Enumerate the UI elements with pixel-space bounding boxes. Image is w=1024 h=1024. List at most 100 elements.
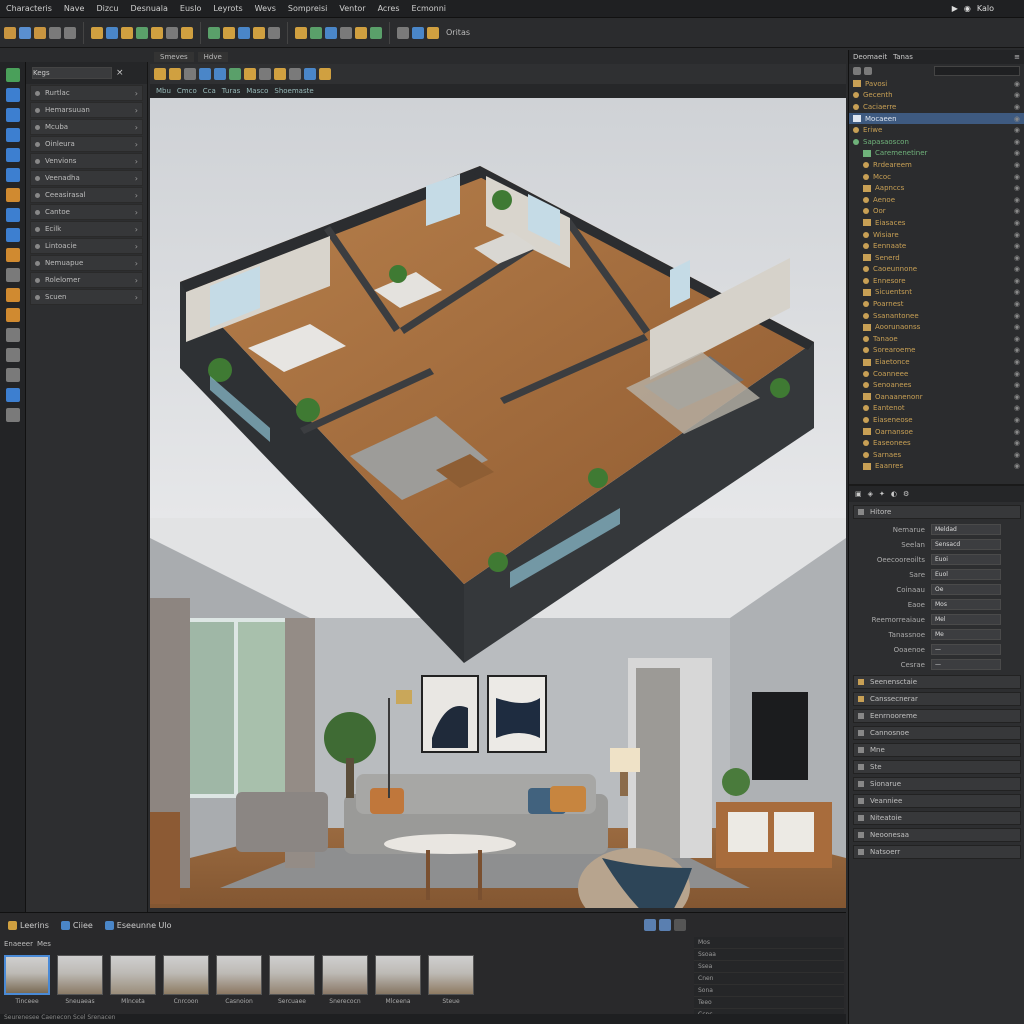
outliner-row[interactable]: Pavosi ◉ bbox=[849, 78, 1024, 90]
visibility-icon[interactable]: ◉ bbox=[1014, 381, 1020, 389]
layer-item[interactable]: Oinleura › bbox=[30, 136, 143, 152]
visibility-icon[interactable]: ◉ bbox=[1014, 451, 1020, 459]
breadcrumb[interactable]: Enaeeer bbox=[4, 940, 33, 948]
visibility-icon[interactable]: ◉ bbox=[1014, 231, 1020, 239]
chevron-right-icon[interactable]: › bbox=[135, 140, 138, 149]
folder-icon[interactable] bbox=[34, 26, 46, 39]
visibility-icon[interactable]: ◉ bbox=[1014, 126, 1020, 134]
viewport-subtab[interactable]: Masco bbox=[246, 87, 268, 95]
camera-icon[interactable] bbox=[238, 26, 250, 39]
outliner-row[interactable]: Caoeunnone ◉ bbox=[849, 264, 1024, 276]
asset-thumbnail[interactable]: Casnoion bbox=[216, 955, 262, 1011]
layers-search-input[interactable] bbox=[32, 67, 112, 79]
outliner-row[interactable]: Ennesore ◉ bbox=[849, 275, 1024, 287]
breadcrumb[interactable]: Mes bbox=[37, 940, 51, 948]
save-icon[interactable] bbox=[19, 26, 31, 39]
asset-thumbnail[interactable]: Snerecocn bbox=[322, 955, 368, 1011]
asset-thumbnail[interactable]: Steue bbox=[428, 955, 474, 1011]
outliner-row[interactable]: Mocaeen ◉ bbox=[849, 112, 1024, 125]
window-icon[interactable] bbox=[199, 68, 211, 80]
properties-section-header[interactable]: Hitore bbox=[853, 505, 1021, 519]
menu-item-5[interactable]: Leyrots bbox=[213, 4, 242, 13]
help-icon[interactable] bbox=[412, 26, 424, 39]
visibility-icon[interactable]: ◉ bbox=[1014, 138, 1020, 146]
menu-item-10[interactable]: Ecmonni bbox=[412, 4, 447, 13]
menu-item-4[interactable]: Euslo bbox=[180, 4, 201, 13]
redo-icon[interactable] bbox=[64, 26, 76, 39]
text-tool-icon[interactable] bbox=[5, 268, 20, 282]
plant-icon[interactable] bbox=[229, 68, 241, 80]
undo-icon[interactable] bbox=[49, 26, 61, 39]
timeline-row[interactable]: Ssea bbox=[694, 961, 844, 973]
grid-view-icon[interactable] bbox=[644, 919, 656, 931]
property-value[interactable]: — bbox=[931, 659, 1001, 670]
visibility-icon[interactable]: ◉ bbox=[1014, 184, 1020, 192]
asset-thumbnail[interactable]: Mlnceta bbox=[110, 955, 156, 1011]
outliner-row[interactable]: Sarnaes ◉ bbox=[849, 449, 1024, 461]
chevron-right-icon[interactable]: › bbox=[135, 259, 138, 268]
material-icon[interactable] bbox=[253, 26, 265, 39]
property-section[interactable]: Natsoerr bbox=[853, 845, 1021, 859]
light-icon[interactable] bbox=[244, 68, 256, 80]
measure-icon[interactable] bbox=[289, 68, 301, 80]
asset-thumbnail[interactable]: Sneuaeas bbox=[57, 955, 103, 1011]
window-tool-icon[interactable] bbox=[5, 188, 20, 202]
door-tool-icon[interactable] bbox=[5, 168, 20, 182]
property-value[interactable]: Mos bbox=[931, 599, 1001, 610]
visibility-icon[interactable]: ◉ bbox=[1014, 416, 1020, 424]
viewport-subtab[interactable]: Cmco bbox=[177, 87, 197, 95]
section-tool-icon[interactable] bbox=[5, 368, 20, 382]
asset-thumbnail[interactable]: Mlceena bbox=[375, 955, 421, 1011]
sort-icon[interactable] bbox=[864, 67, 872, 75]
user-icon[interactable] bbox=[427, 26, 439, 39]
room-tool-icon[interactable] bbox=[5, 148, 20, 162]
property-value[interactable]: Me bbox=[931, 629, 1001, 640]
visibility-icon[interactable]: ◉ bbox=[1014, 346, 1020, 354]
menu-right-label[interactable]: Kalo bbox=[977, 4, 994, 13]
outliner-row[interactable]: Oor ◉ bbox=[849, 206, 1024, 218]
measure-icon[interactable] bbox=[268, 26, 280, 39]
visibility-icon[interactable]: ◉ bbox=[1014, 404, 1020, 412]
outliner-row[interactable]: Senoanees ◉ bbox=[849, 379, 1024, 391]
timeline-row[interactable]: Sona bbox=[694, 985, 844, 997]
outliner-row[interactable]: Gecenth ◉ bbox=[849, 90, 1024, 102]
pan-tool-icon[interactable] bbox=[5, 88, 20, 102]
scale-icon[interactable] bbox=[136, 26, 148, 39]
outliner-row[interactable]: Caremenetiner ◉ bbox=[849, 148, 1024, 160]
wall-tool-icon[interactable] bbox=[5, 128, 20, 142]
layer-item[interactable]: Rurtlac › bbox=[30, 85, 143, 101]
menu-item-3[interactable]: Desnuala bbox=[131, 4, 168, 13]
visibility-icon[interactable]: ◉ bbox=[1014, 91, 1020, 99]
outliner-row[interactable]: Eantenot ◉ bbox=[849, 403, 1024, 415]
material-icon[interactable] bbox=[274, 68, 286, 80]
visibility-icon[interactable]: ◉ bbox=[1014, 219, 1020, 227]
property-value[interactable]: Oe bbox=[931, 584, 1001, 595]
outliner-row[interactable]: Rrdeareem ◉ bbox=[849, 159, 1024, 171]
layer-item[interactable]: Nemuapue › bbox=[30, 255, 143, 271]
outliner-row[interactable]: Eriwe ◉ bbox=[849, 124, 1024, 136]
outliner-row[interactable]: Oanaanenonr ◉ bbox=[849, 391, 1024, 403]
wall-icon[interactable] bbox=[184, 68, 196, 80]
window-icon[interactable] bbox=[181, 26, 193, 39]
grid-icon[interactable] bbox=[310, 26, 322, 39]
render-icon[interactable] bbox=[319, 68, 331, 80]
plant-icon[interactable] bbox=[208, 26, 220, 39]
visibility-icon[interactable]: ◉ bbox=[1014, 358, 1020, 366]
viewport-subtab[interactable]: Cca bbox=[203, 87, 216, 95]
property-value[interactable]: Euol bbox=[931, 569, 1001, 580]
outliner-row[interactable]: Sicuentsnt ◉ bbox=[849, 287, 1024, 299]
measure-tool-icon[interactable] bbox=[5, 328, 20, 342]
menu-item-2[interactable]: Dizcu bbox=[96, 4, 118, 13]
visibility-icon[interactable]: ◉ bbox=[1014, 288, 1020, 296]
visibility-icon[interactable]: ◉ bbox=[1014, 80, 1020, 88]
menu-item-7[interactable]: Sompreisi bbox=[288, 4, 328, 13]
visibility-icon[interactable]: ◉ bbox=[1014, 300, 1020, 308]
property-value[interactable]: Meldad bbox=[931, 524, 1001, 535]
layer-item[interactable]: Mcuba › bbox=[30, 119, 143, 135]
visibility-icon[interactable]: ◉ bbox=[1014, 207, 1020, 215]
browser-tab[interactable]: Leerins bbox=[4, 920, 53, 930]
menu-item-0[interactable]: Characteris bbox=[6, 4, 52, 13]
outliner-row[interactable]: Ssanantonee ◉ bbox=[849, 310, 1024, 322]
menu-item-8[interactable]: Ventor bbox=[339, 4, 365, 13]
outliner-row[interactable]: Eiasaces ◉ bbox=[849, 217, 1024, 229]
